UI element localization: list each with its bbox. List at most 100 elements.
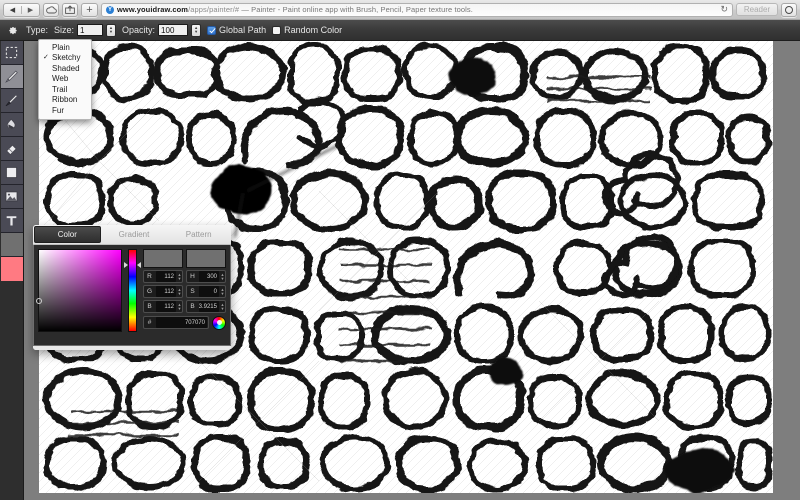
tool-palette bbox=[0, 41, 24, 500]
ink-bottle-icon bbox=[6, 118, 16, 130]
global-path-control[interactable]: Global Path bbox=[207, 25, 266, 35]
shape-tool[interactable] bbox=[0, 161, 23, 185]
hue-strip[interactable] bbox=[128, 249, 137, 332]
eraser-tool[interactable] bbox=[0, 137, 23, 161]
brightness-value[interactable]: 43.9215 bbox=[199, 301, 219, 312]
image-tool[interactable] bbox=[0, 185, 23, 209]
saturation-label: S bbox=[190, 288, 195, 295]
size-input[interactable]: 1 bbox=[77, 24, 104, 36]
canvas-bottom-gutter bbox=[25, 493, 773, 500]
brightness-stepper[interactable]: ▲ ▼ bbox=[220, 302, 225, 311]
saturation-value-area[interactable] bbox=[36, 249, 122, 332]
color-picker-footer bbox=[33, 346, 231, 350]
opacity-input[interactable]: 100 bbox=[158, 24, 189, 36]
forward-button[interactable]: ▶ bbox=[22, 6, 39, 14]
brush-tool[interactable] bbox=[0, 65, 23, 89]
pencil-tool[interactable] bbox=[0, 89, 23, 113]
opacity-control[interactable]: Opacity: 100 ▲ ▼ bbox=[122, 23, 202, 37]
saturation-value[interactable]: 0 bbox=[199, 286, 219, 297]
red-stepper[interactable]: ▲ ▼ bbox=[177, 272, 182, 281]
hue-field[interactable]: H 300 ▲ ▼ bbox=[186, 270, 226, 283]
size-control[interactable]: Size: 1 ▲ ▼ bbox=[54, 23, 117, 37]
app-root: ◀ ▶ + Y www.youidraw.com/apps/painter/# … bbox=[0, 0, 800, 500]
cloud-icon bbox=[45, 5, 57, 13]
image-icon bbox=[5, 191, 18, 202]
new-tab-button[interactable]: + bbox=[81, 2, 98, 17]
blue-label: B bbox=[147, 303, 152, 310]
tab-pattern[interactable]: Pattern bbox=[166, 225, 231, 244]
random-color-control[interactable]: Random Color bbox=[272, 25, 342, 35]
hex-field[interactable]: # 707070 bbox=[143, 316, 209, 329]
brightness-label: B bbox=[190, 303, 195, 310]
background-color-swatch[interactable] bbox=[0, 257, 23, 281]
color-wheel-icon[interactable] bbox=[212, 315, 226, 330]
opacity-stepper[interactable]: ▲ ▼ bbox=[191, 23, 202, 37]
field-row-b-brightness: B 112 ▲▼ B 43.9215 ▲▼ bbox=[143, 300, 226, 313]
type-menu-item-shaded[interactable]: Shaded bbox=[39, 63, 91, 74]
hue-slider[interactable] bbox=[124, 249, 141, 332]
sv-cursor[interactable] bbox=[36, 298, 42, 304]
address-bar[interactable]: Y www.youidraw.com/apps/painter/# — Pain… bbox=[101, 2, 733, 17]
green-field[interactable]: G 112 ▲ ▼ bbox=[143, 285, 183, 298]
reader-button[interactable]: Reader bbox=[736, 3, 778, 16]
blue-value[interactable]: 112 bbox=[156, 301, 176, 312]
gear-icon bbox=[9, 26, 17, 34]
color-value-fields: R 112 ▲ ▼ H 300 ▲ ▼ G 112 ▲ ▼ S 0 ▲ ▼ B … bbox=[143, 249, 226, 341]
type-menu-item-label: Trail bbox=[52, 84, 68, 94]
type-menu-item-sketchy[interactable]: ✓ Sketchy bbox=[39, 53, 91, 64]
url-text: www.youidraw.com/apps/painter/# — Painte… bbox=[117, 5, 473, 14]
marquee-icon bbox=[5, 46, 18, 59]
text-tool[interactable] bbox=[0, 209, 23, 233]
green-label: G bbox=[146, 288, 153, 295]
type-menu-item-label: Plain bbox=[52, 42, 70, 52]
type-menu-item-trail[interactable]: Trail bbox=[39, 84, 91, 95]
red-label: R bbox=[147, 273, 152, 280]
hex-row: # 707070 bbox=[143, 315, 226, 330]
text-t-icon bbox=[6, 216, 17, 226]
color-preview-current[interactable] bbox=[143, 249, 183, 268]
share-icon bbox=[65, 5, 75, 14]
green-value[interactable]: 112 bbox=[156, 286, 176, 297]
painter-app: Type: Size: 1 ▲ ▼ Opacity: 100 ▲ ▼ Global … bbox=[0, 20, 800, 500]
type-menu-item-fur[interactable]: Fur bbox=[39, 106, 91, 117]
reload-icon[interactable]: ↻ bbox=[714, 4, 728, 15]
size-stepper[interactable]: ▲ ▼ bbox=[106, 23, 117, 37]
color-preview-previous[interactable] bbox=[186, 249, 226, 268]
type-label: Type: bbox=[26, 25, 49, 35]
field-row-r-h: R 112 ▲ ▼ H 300 ▲ ▼ bbox=[143, 270, 226, 283]
green-stepper[interactable]: ▲ ▼ bbox=[177, 287, 182, 296]
site-favicon: Y bbox=[106, 5, 114, 14]
select-tool[interactable] bbox=[0, 41, 23, 65]
blue-field[interactable]: B 112 ▲ ▼ bbox=[143, 300, 183, 313]
nav-buttons[interactable]: ◀ ▶ bbox=[3, 2, 40, 17]
back-button[interactable]: ◀ bbox=[4, 5, 22, 14]
icloud-tabs-button[interactable] bbox=[43, 2, 59, 17]
random-color-checkbox[interactable] bbox=[272, 25, 282, 35]
type-menu-item-plain[interactable]: Plain bbox=[39, 42, 91, 53]
blue-stepper[interactable]: ▲ ▼ bbox=[177, 302, 182, 311]
color-picker-panel[interactable]: Color Gradient Pattern R 112 ▲ ▼ H 300 ▲… bbox=[33, 225, 231, 350]
hue-stepper[interactable]: ▲ ▼ bbox=[220, 272, 225, 281]
pencil-icon bbox=[5, 94, 18, 107]
tab-gradient[interactable]: Gradient bbox=[102, 225, 167, 244]
share-button[interactable] bbox=[62, 2, 78, 17]
saturation-field[interactable]: S 0 ▲ ▼ bbox=[186, 285, 226, 298]
hue-value[interactable]: 300 bbox=[199, 271, 219, 282]
square-icon bbox=[5, 166, 18, 179]
saturation-stepper[interactable]: ▲ ▼ bbox=[220, 287, 225, 296]
ink-tool[interactable] bbox=[0, 113, 23, 137]
hex-value[interactable]: 707070 bbox=[156, 317, 207, 328]
browser-settings-button[interactable] bbox=[781, 2, 797, 17]
url-path: /apps/painter/# bbox=[188, 5, 240, 14]
brightness-field[interactable]: B 43.9215 ▲▼ bbox=[186, 300, 226, 313]
red-value[interactable]: 112 bbox=[156, 271, 176, 282]
type-menu-item-label: Web bbox=[52, 74, 69, 84]
foreground-color-swatch[interactable] bbox=[0, 233, 23, 257]
red-field[interactable]: R 112 ▲ ▼ bbox=[143, 270, 183, 283]
type-menu-item-ribbon[interactable]: Ribbon bbox=[39, 95, 91, 106]
global-path-checkbox[interactable] bbox=[207, 25, 217, 35]
type-menu-item-web[interactable]: Web bbox=[39, 74, 91, 85]
settings-gear-button[interactable] bbox=[5, 23, 20, 38]
brush-type-menu[interactable]: Plain ✓ Sketchy Shaded Web Trail Ribbon … bbox=[38, 39, 92, 121]
tab-color[interactable]: Color bbox=[34, 226, 101, 243]
